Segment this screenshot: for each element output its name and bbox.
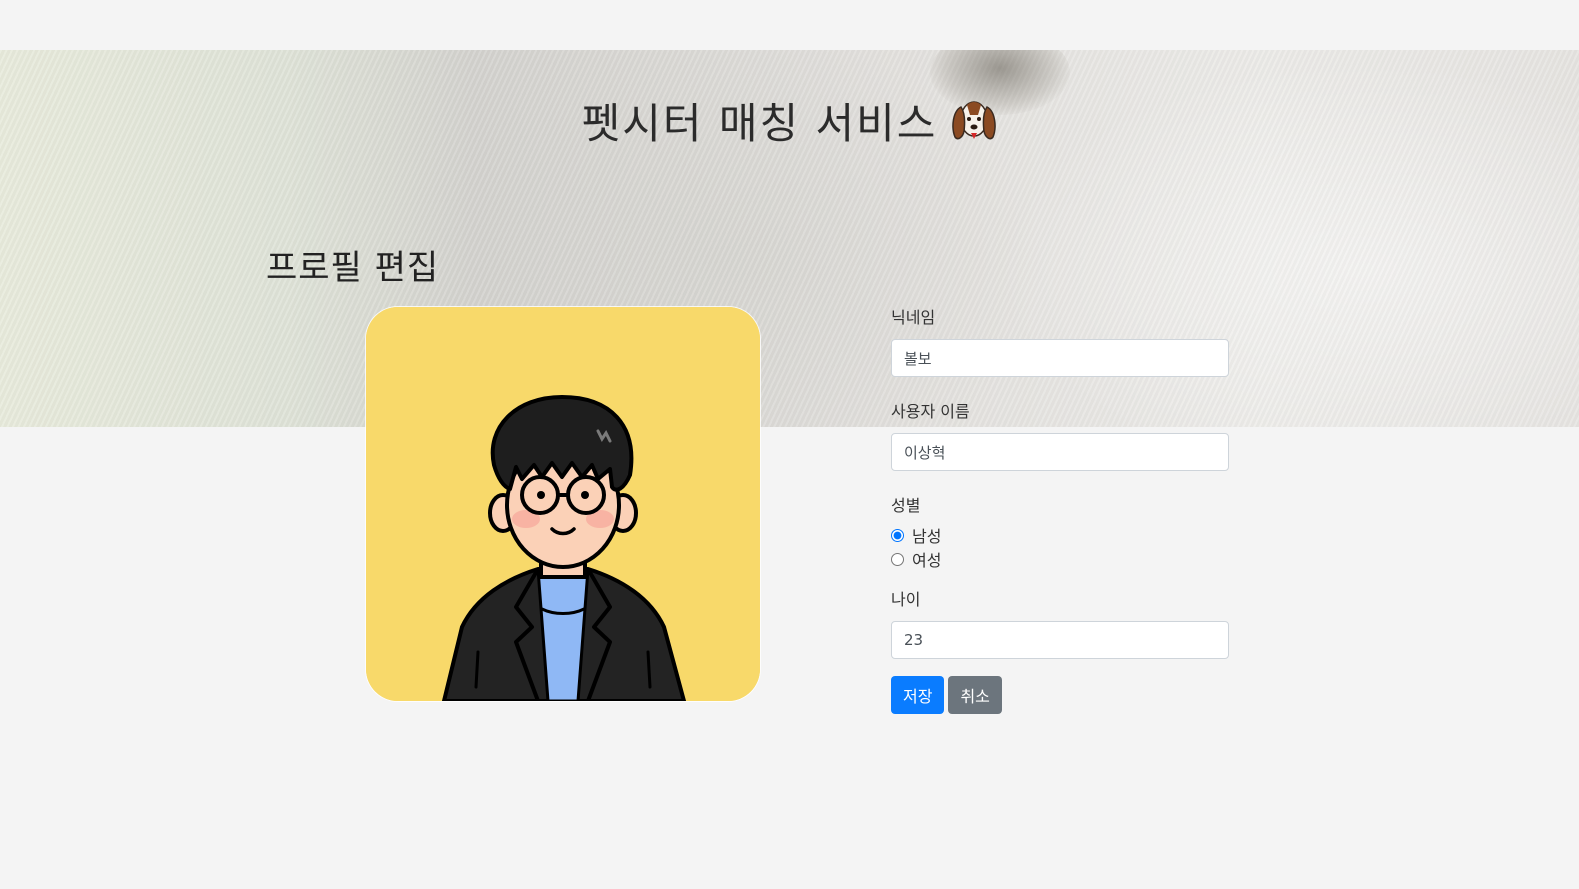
username-label: 사용자 이름 xyxy=(891,402,970,421)
age-input[interactable] xyxy=(891,621,1229,659)
profile-avatar xyxy=(366,307,760,701)
dog-face-icon xyxy=(951,97,997,157)
site-title-text: 펫시터 매칭 서비스 xyxy=(581,99,938,148)
gender-option-female: 여성 xyxy=(891,547,1229,571)
gender-female-radio[interactable] xyxy=(891,552,904,566)
nickname-input[interactable] xyxy=(891,339,1229,377)
gender-male-label[interactable]: 남성 xyxy=(912,523,941,547)
cartoon-avatar-image xyxy=(366,307,760,701)
gender-option-male: 남성 xyxy=(891,523,1229,547)
gender-radio-group: 남성 여성 xyxy=(891,523,1229,571)
profile-edit-form: 닉네임 사용자 이름 성별 남성 여성 나이 저장 취소 xyxy=(891,306,1229,714)
cancel-button[interactable]: 취소 xyxy=(948,676,1002,714)
nickname-label: 닉네임 xyxy=(891,308,936,327)
page-title: 프로필 편집 xyxy=(266,248,440,288)
site-title: 펫시터 매칭 서비스 xyxy=(0,90,1579,157)
gender-label: 성별 xyxy=(891,496,921,515)
gender-female-label[interactable]: 여성 xyxy=(912,547,941,571)
username-input[interactable] xyxy=(891,433,1229,471)
form-actions: 저장 취소 xyxy=(891,676,1229,714)
age-label: 나이 xyxy=(891,590,921,609)
save-button[interactable]: 저장 xyxy=(891,676,945,714)
gender-male-radio[interactable] xyxy=(891,528,904,542)
